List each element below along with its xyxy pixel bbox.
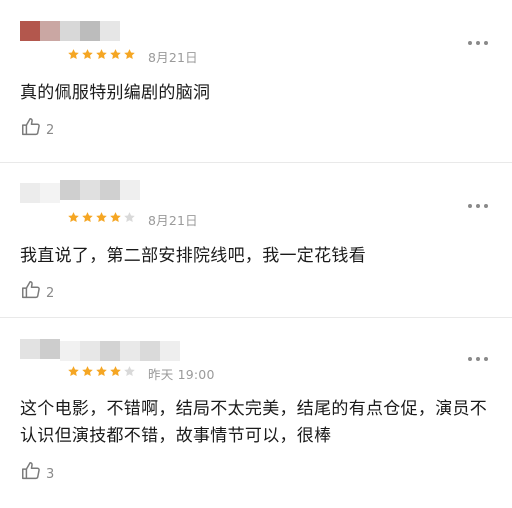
- username-redacted: [60, 180, 140, 200]
- thumbs-up-icon: [20, 116, 42, 138]
- username-redacted: [60, 341, 180, 361]
- comment-card: 8月21日 真的佩服特别编剧的脑洞 2: [0, 0, 512, 162]
- comment-card: 昨天 19:00 这个电影，不错啊，结局不太完美，结尾的有点仓促，演员不认识但演…: [0, 318, 512, 508]
- thumbs-up-icon: [20, 460, 42, 482]
- like-count: 2: [46, 123, 55, 138]
- star-filled-icon: [81, 211, 94, 224]
- like-button[interactable]: 3: [20, 460, 54, 482]
- rating-stars: [67, 48, 136, 61]
- star-filled-icon: [123, 48, 136, 61]
- star-filled-icon: [81, 365, 94, 378]
- thumbs-up-icon: [20, 279, 42, 301]
- comment-time: 8月21日: [148, 213, 198, 228]
- star-filled-icon: [109, 211, 122, 224]
- like-button[interactable]: 2: [20, 116, 54, 138]
- avatar[interactable]: [20, 339, 60, 359]
- star-filled-icon: [109, 48, 122, 61]
- more-dots-icon[interactable]: [468, 204, 488, 208]
- star-filled-icon: [67, 48, 80, 61]
- rating-stars: [67, 211, 136, 224]
- comment-time: 昨天 19:00: [148, 367, 215, 382]
- star-empty-icon: [123, 211, 136, 224]
- like-count: 2: [46, 286, 55, 301]
- star-filled-icon: [109, 365, 122, 378]
- more-dots-icon[interactable]: [468, 357, 488, 361]
- star-filled-icon: [95, 365, 108, 378]
- star-filled-icon: [95, 211, 108, 224]
- rating-stars: [67, 365, 136, 378]
- comment-time: 8月21日: [148, 50, 198, 65]
- comment-card: 8月21日 我直说了，第二部安排院线吧，我一定花钱看 2: [0, 163, 512, 317]
- username-redacted: [60, 21, 120, 41]
- comment-text: 我直说了，第二部安排院线吧，我一定花钱看: [20, 246, 366, 266]
- star-filled-icon: [67, 365, 80, 378]
- star-filled-icon: [81, 48, 94, 61]
- star-empty-icon: [123, 365, 136, 378]
- like-button[interactable]: 2: [20, 279, 54, 301]
- star-filled-icon: [67, 211, 80, 224]
- more-dots-icon[interactable]: [468, 41, 488, 45]
- like-count: 3: [46, 467, 55, 482]
- avatar[interactable]: [20, 183, 60, 203]
- avatar[interactable]: [20, 21, 60, 41]
- comment-text: 这个电影，不错啊，结局不太完美，结尾的有点仓促，演员不认识但演技都不错，故事情节…: [20, 399, 488, 446]
- comment-text: 真的佩服特别编剧的脑洞: [20, 83, 211, 103]
- star-filled-icon: [95, 48, 108, 61]
